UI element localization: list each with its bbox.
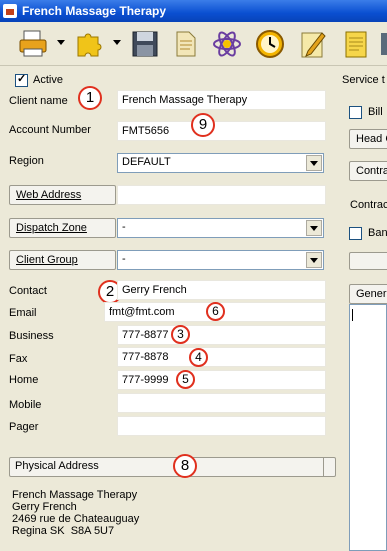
title-bar: French Massage Therapy	[0, 0, 387, 22]
service-label: Service t	[342, 74, 385, 86]
web-address-button[interactable]: Web Address	[9, 185, 116, 205]
document-icon[interactable]	[168, 27, 202, 61]
client-group-button-label: Client Group	[16, 254, 78, 266]
physical-address-button-label: Physical Address	[15, 460, 99, 472]
pencil-paper-icon[interactable]	[296, 27, 330, 61]
head-button[interactable]: Head C	[349, 129, 387, 149]
region-label: Region	[9, 155, 44, 167]
puzzle-icon[interactable]	[72, 27, 106, 61]
ban-label: Ban	[368, 227, 387, 239]
notepad-icon[interactable]	[339, 27, 373, 61]
web-address-field[interactable]	[117, 185, 326, 205]
bill-label: Bill	[368, 106, 383, 118]
pager-field[interactable]	[117, 416, 326, 436]
clock-icon[interactable]	[253, 27, 287, 61]
text-cursor	[352, 309, 353, 321]
annotation-marker: 8	[173, 454, 197, 478]
chevron-down-icon[interactable]	[306, 220, 322, 236]
right-panel-button[interactable]	[349, 252, 387, 270]
client-group-button[interactable]: Client Group	[9, 250, 116, 270]
annotation-marker: 3	[171, 325, 190, 344]
ban-checkbox[interactable]	[349, 227, 362, 240]
contract-label: Contrac	[350, 199, 387, 211]
contract-button-label: Contra	[356, 165, 387, 177]
active-checkbox[interactable]	[15, 72, 28, 87]
general-tab-label: Gener	[356, 288, 387, 300]
chevron-down-icon[interactable]	[57, 40, 65, 45]
annotation-marker: 1	[78, 86, 102, 110]
atom-icon[interactable]	[210, 27, 244, 61]
contact-field[interactable]: Gerry French	[117, 280, 326, 300]
annotation-marker: 4	[189, 348, 208, 367]
home-icon	[3, 4, 17, 18]
printer-icon[interactable]	[16, 27, 50, 61]
address-line: 2469 rue de Chateauguay	[12, 513, 140, 525]
address-block: French Massage Therapy Gerry French 2469…	[12, 489, 139, 537]
region-value: DEFAULT	[122, 156, 171, 168]
contact-label: Contact	[9, 285, 47, 297]
pager-label: Pager	[9, 421, 39, 433]
client-group-value: -	[122, 253, 126, 265]
email-label: Email	[9, 307, 37, 319]
address-line: Regina SK S8A 5U7	[12, 525, 115, 537]
dispatch-zone-value: -	[122, 221, 126, 233]
dispatch-zone-button-label: Dispatch Zone	[16, 222, 87, 234]
client-name-field[interactable]: French Massage Therapy	[117, 90, 326, 110]
business-label: Business	[9, 330, 54, 342]
toolbar	[0, 22, 387, 66]
contract-button[interactable]: Contra	[349, 161, 387, 181]
business-phone-field[interactable]: 777-8877	[117, 325, 326, 345]
mobile-field[interactable]	[117, 393, 326, 413]
client-name-label: Client name	[9, 95, 68, 107]
general-tab-button[interactable]: Gener	[349, 284, 387, 304]
home-label: Home	[9, 374, 39, 386]
dispatch-zone-select[interactable]: -	[117, 218, 324, 238]
region-select[interactable]: DEFAULT	[117, 153, 324, 173]
chevron-down-icon[interactable]	[323, 457, 335, 477]
chevron-down-icon[interactable]	[306, 252, 322, 268]
window-title: French Massage Therapy	[22, 4, 167, 18]
address-line: Gerry French	[12, 501, 77, 513]
annotation-marker: 5	[176, 370, 195, 389]
client-group-select[interactable]: -	[117, 250, 324, 270]
account-number-label: Account Number	[9, 124, 91, 136]
chevron-down-icon[interactable]	[306, 155, 322, 171]
save-disk-icon[interactable]	[128, 27, 162, 61]
address-line: French Massage Therapy	[12, 489, 138, 501]
annotation-marker: 6	[206, 302, 225, 321]
app-icon[interactable]	[377, 27, 387, 61]
active-label: Active	[33, 74, 63, 86]
fax-field[interactable]: 777-8878	[117, 347, 326, 367]
bill-checkbox[interactable]	[349, 106, 362, 119]
annotation-marker: 9	[191, 113, 215, 137]
head-button-label: Head C	[356, 133, 387, 145]
web-address-button-label: Web Address	[16, 189, 82, 201]
dispatch-zone-button[interactable]: Dispatch Zone	[9, 218, 116, 238]
account-number-field[interactable]: FMT5656	[117, 121, 326, 141]
home-phone-field[interactable]: 777-9999	[117, 370, 326, 390]
notes-textarea[interactable]	[349, 304, 387, 551]
chevron-down-icon[interactable]	[113, 40, 121, 45]
mobile-label: Mobile	[9, 399, 42, 411]
fax-label: Fax	[9, 353, 28, 365]
